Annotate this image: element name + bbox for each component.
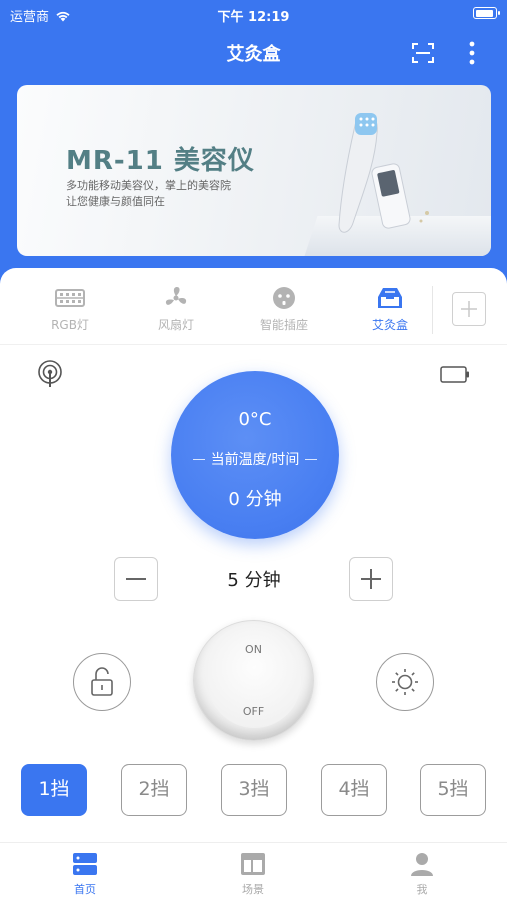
device-tabs: RGB灯 风扇灯 智能插座 艾灸盒 <box>0 268 507 340</box>
tab-home[interactable]: 首页 <box>45 851 125 897</box>
banner-title: MR-11 美容仪 <box>66 146 255 176</box>
signal-icon <box>38 360 62 387</box>
promo-banner[interactable]: MR-11 美容仪 多功能移动美容仪，掌上的美容院 让您健康与颜值同在 <box>17 85 491 256</box>
lock-button[interactable] <box>73 653 131 711</box>
moxibustion-box-icon <box>378 288 402 308</box>
tab-fan-light[interactable]: 风扇灯 <box>136 286 216 333</box>
gear-4-button[interactable]: 4挡 <box>321 764 387 816</box>
add-device-button[interactable] <box>452 292 486 326</box>
more-icon[interactable] <box>467 40 477 66</box>
beauty-device-image <box>338 113 429 233</box>
tab-label: 艾灸盒 <box>371 318 408 332</box>
tab-smart-socket[interactable]: 智能插座 <box>244 286 324 333</box>
current-temperature: 0°C <box>238 409 272 430</box>
tab-label: 智能插座 <box>259 318 308 332</box>
power-on-label: ON <box>245 643 262 656</box>
increase-time-button[interactable] <box>349 557 393 601</box>
plus-icon <box>361 569 381 589</box>
dial-label: 当前温度/时间 <box>210 452 300 468</box>
banner-subtitle: 多功能移动美容仪，掌上的美容院 <box>66 179 231 192</box>
home-icon <box>73 853 97 875</box>
banner-subtitle-2: 让您健康与颜值同在 <box>66 195 165 208</box>
battery-icon <box>473 7 500 19</box>
led-strip-icon <box>55 289 85 307</box>
timer-value: 5 分钟 <box>227 570 281 591</box>
light-button[interactable] <box>376 653 434 711</box>
tab-rgb-light[interactable]: RGB灯 <box>30 286 110 333</box>
control-card: RGB灯 风扇灯 智能插座 艾灸盒 0°C 当前温度/时间 0 分钟 5 分钟 … <box>0 268 507 843</box>
power-off-label: OFF <box>242 705 265 718</box>
plus-icon <box>461 301 477 317</box>
tab-home-label: 首页 <box>74 883 96 896</box>
scan-icon[interactable] <box>411 41 435 65</box>
gear-5-button[interactable]: 5挡 <box>420 764 486 816</box>
tab-label: RGB灯 <box>51 318 89 332</box>
tab-scene[interactable]: 场景 <box>213 851 293 897</box>
status-bar: 运营商 下午 12:19 <box>0 0 507 30</box>
unlock-icon <box>91 667 113 696</box>
status-time: 下午 12:19 <box>217 10 290 25</box>
tab-moxibustion-box[interactable]: 艾灸盒 <box>350 286 430 333</box>
device-battery-icon <box>440 366 469 383</box>
tab-profile-label: 我 <box>416 883 428 896</box>
tab-scene-label: 场景 <box>242 883 264 896</box>
power-switch[interactable]: ON OFF <box>193 620 314 741</box>
tab-label: 风扇灯 <box>157 318 194 332</box>
gear-3-button[interactable]: 3挡 <box>221 764 287 816</box>
decrease-time-button[interactable] <box>114 557 158 601</box>
gear-2-button[interactable]: 2挡 <box>121 764 187 816</box>
gear-selector: 1挡 2挡 3挡 4挡 5挡 <box>0 764 507 818</box>
tab-profile[interactable]: 我 <box>382 851 462 897</box>
minus-icon <box>126 578 146 580</box>
profile-icon <box>411 853 433 876</box>
status-dial: 0°C 当前温度/时间 0 分钟 <box>171 371 339 539</box>
nav-bar: 艾灸盒 <box>0 30 507 74</box>
sun-icon <box>392 669 418 695</box>
fan-icon <box>165 287 187 305</box>
current-time: 0 分钟 <box>228 489 282 510</box>
gear-1-button[interactable]: 1挡 <box>21 764 87 816</box>
socket-icon <box>273 287 295 309</box>
bottom-tab-bar: 首页 场景 我 <box>0 842 507 900</box>
scene-icon <box>241 853 265 875</box>
